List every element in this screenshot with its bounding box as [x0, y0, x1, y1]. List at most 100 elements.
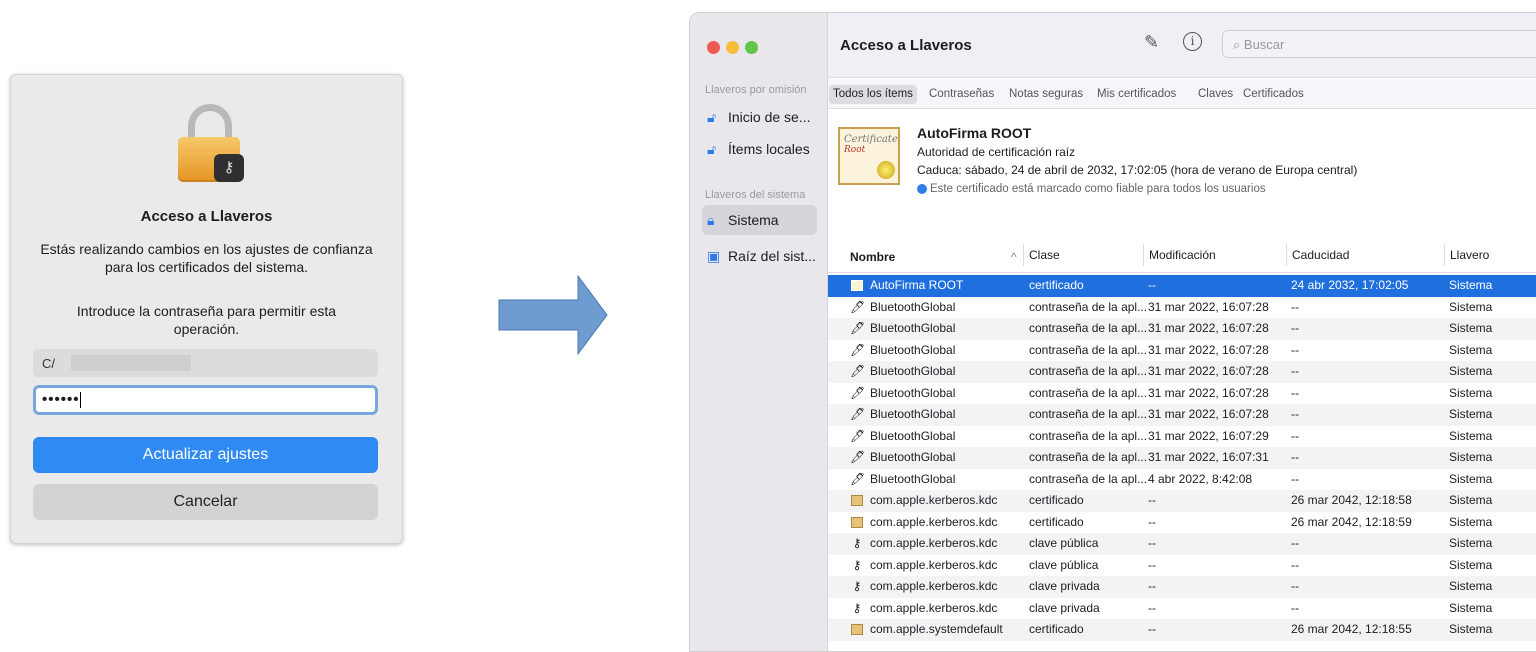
- cell-name: BluetoothGlobal: [870, 471, 956, 486]
- cell-expires: --: [1291, 385, 1299, 400]
- cell-expires: --: [1291, 321, 1299, 335]
- tab-secure-notes[interactable]: Notas seguras: [1005, 85, 1087, 104]
- cell-modified: 4 abr 2022, 8:42:08: [1148, 471, 1253, 486]
- table-row[interactable]: 🖊︎ BluetoothGlobal contraseña de la apl...…: [828, 404, 1536, 426]
- cell-keychain: Sistema: [1449, 514, 1493, 529]
- table-row[interactable]: ⚷ com.apple.kerberos.kdc clave privada -- --…: [828, 576, 1536, 598]
- redacted-username: [71, 355, 191, 371]
- close-window-button[interactable]: [707, 41, 720, 54]
- table-row[interactable]: 🖊︎ BluetoothGlobal contraseña de la apl...…: [828, 318, 1536, 340]
- unlocked-lock-icon: 🔓︎: [707, 109, 717, 125]
- cell-keychain: Sistema: [1449, 579, 1493, 593]
- username-field[interactable]: C/: [33, 349, 378, 377]
- cell-name: com.apple.kerberos.kdc: [870, 579, 998, 593]
- cell-name: AutoFirma ROOT: [870, 278, 964, 292]
- cell-expires: --: [1291, 299, 1299, 314]
- table-row[interactable]: ⚷ com.apple.kerberos.kdc clave pública -- --…: [828, 533, 1536, 555]
- sidebar-header-system: Llaveros del sistema: [705, 189, 806, 201]
- pen-icon: 🖊︎: [850, 364, 864, 378]
- cell-keychain: Sistema: [1449, 493, 1493, 507]
- cell-kind: certificado: [1029, 278, 1084, 292]
- compose-icon[interactable]: ✎: [1144, 32, 1159, 53]
- key-icon: ⚷: [852, 579, 862, 593]
- cancel-button[interactable]: Cancelar: [33, 484, 378, 520]
- pen-icon: 🖊︎: [850, 428, 864, 443]
- cabinet-icon: ▣: [707, 248, 721, 264]
- cell-modified: --: [1148, 557, 1156, 572]
- update-settings-button[interactable]: Actualizar ajustes: [33, 437, 378, 473]
- sidebar-item-local-items[interactable]: 🔓︎ Ítems locales: [702, 134, 817, 164]
- cell-modified: 31 mar 2022, 16:07:28: [1148, 364, 1269, 378]
- pen-icon: 🖊︎: [850, 471, 864, 486]
- table-row[interactable]: com.apple.kerberos.kdc certificado -- 26 ma…: [828, 511, 1536, 534]
- sidebar-item-login[interactable]: 🔓︎ Inicio de se...: [702, 102, 817, 132]
- cell-modified: 31 mar 2022, 16:07:31: [1148, 450, 1269, 464]
- info-icon[interactable]: i: [1183, 32, 1202, 51]
- minimize-window-button[interactable]: [726, 41, 739, 54]
- cell-name: BluetoothGlobal: [870, 385, 956, 400]
- column-name[interactable]: Nombre: [850, 250, 895, 264]
- cell-kind: certificado: [1029, 514, 1084, 529]
- tab-certificates[interactable]: Certificados: [1239, 85, 1308, 104]
- sort-ascending-icon[interactable]: ^: [1011, 250, 1017, 264]
- detail-kind: Autoridad de certificación raíz: [917, 145, 1076, 159]
- window-title: Acceso a Llaveros: [840, 37, 972, 54]
- certificate-icon: Certificate Root: [838, 127, 900, 185]
- table-row[interactable]: com.apple.kerberos.kdc certificado -- 26 ma…: [828, 490, 1536, 512]
- cell-expires: 26 mar 2042, 12:18:58: [1291, 493, 1412, 507]
- cell-name: BluetoothGlobal: [870, 364, 956, 378]
- cell-expires: --: [1291, 536, 1299, 550]
- table-row[interactable]: ⚷ com.apple.kerberos.kdc clave pública -- --…: [828, 554, 1536, 576]
- column-kind[interactable]: Clase: [1023, 244, 1060, 266]
- table-row[interactable]: 🖊︎ BluetoothGlobal contraseña de la apl...…: [828, 296, 1536, 318]
- cell-name: BluetoothGlobal: [870, 428, 956, 443]
- sidebar-item-system-roots[interactable]: ▣ Raíz del sist...: [702, 241, 817, 271]
- password-value: ••••••: [42, 391, 80, 408]
- column-keychain[interactable]: Llavero: [1444, 244, 1489, 266]
- cell-name: com.apple.kerberos.kdc: [870, 493, 998, 507]
- sidebar-item-label: Sistema: [728, 212, 779, 228]
- table-row[interactable]: com.apple.systemdefault certificado -- 26 m…: [828, 619, 1536, 641]
- table-row[interactable]: ⚷ com.apple.kerberos.kdc clave privada -- --…: [828, 597, 1536, 619]
- cell-kind: contraseña de la apl...: [1029, 428, 1148, 443]
- key-icon: ⚷: [852, 557, 862, 572]
- tab-my-certificates[interactable]: Mis certificados: [1093, 85, 1180, 104]
- column-modified[interactable]: Modificación: [1143, 244, 1216, 266]
- cell-kind: clave pública: [1029, 536, 1099, 550]
- toolbar: Acceso a Llaveros ✎ i ⌕ Buscar: [828, 13, 1536, 78]
- zoom-window-button[interactable]: [745, 41, 758, 54]
- cell-name: BluetoothGlobal: [870, 407, 956, 421]
- cell-keychain: Sistema: [1449, 600, 1493, 615]
- tab-passwords[interactable]: Contraseñas: [925, 85, 998, 104]
- table-row[interactable]: 🖊︎ BluetoothGlobal contraseña de la apl...…: [828, 447, 1536, 469]
- cell-kind: contraseña de la apl...: [1029, 407, 1148, 421]
- column-expires[interactable]: Caducidad: [1286, 244, 1349, 266]
- certificate-icon: [850, 490, 864, 512]
- search-input[interactable]: ⌕ Buscar: [1222, 30, 1536, 58]
- cell-keychain: Sistema: [1449, 342, 1493, 357]
- cell-modified: --: [1148, 579, 1156, 593]
- cell-modified: --: [1148, 600, 1156, 615]
- table-row[interactable]: 🖊︎ BluetoothGlobal contraseña de la apl...…: [828, 382, 1536, 404]
- cell-name: com.apple.kerberos.kdc: [870, 557, 998, 572]
- username-value: C/: [42, 356, 55, 371]
- dialog-prompt: Introduce la contraseña para permitir es…: [76, 303, 337, 337]
- table-row[interactable]: 🖊︎ BluetoothGlobal contraseña de la apl...…: [828, 425, 1536, 447]
- cell-name: com.apple.kerberos.kdc: [870, 536, 998, 550]
- cell-keychain: Sistema: [1449, 536, 1493, 550]
- certificate-icon: [850, 512, 864, 534]
- table-row[interactable]: 🖊︎ BluetoothGlobal contraseña de la apl...…: [828, 468, 1536, 490]
- password-field[interactable]: ••••••: [33, 385, 378, 415]
- tab-all-items[interactable]: Todos los ítems: [829, 85, 917, 104]
- cell-kind: contraseña de la apl...: [1029, 321, 1148, 335]
- tab-keys[interactable]: Claves: [1194, 85, 1237, 104]
- sidebar: Llaveros por omisión 🔓︎ Inicio de se... …: [690, 13, 828, 651]
- table-row[interactable]: AutoFirma ROOT certificado -- 24 abr 2032, …: [828, 275, 1536, 297]
- cell-expires: --: [1291, 600, 1299, 615]
- table-row[interactable]: 🖊︎ BluetoothGlobal contraseña de la apl...…: [828, 361, 1536, 383]
- sidebar-item-system[interactable]: 🔒︎ Sistema: [702, 205, 817, 235]
- cell-keychain: Sistema: [1449, 622, 1493, 636]
- cell-expires: 26 mar 2042, 12:18:55: [1291, 622, 1412, 636]
- table-row[interactable]: 🖊︎ BluetoothGlobal contraseña de la apl...…: [828, 339, 1536, 361]
- cell-expires: --: [1291, 364, 1299, 378]
